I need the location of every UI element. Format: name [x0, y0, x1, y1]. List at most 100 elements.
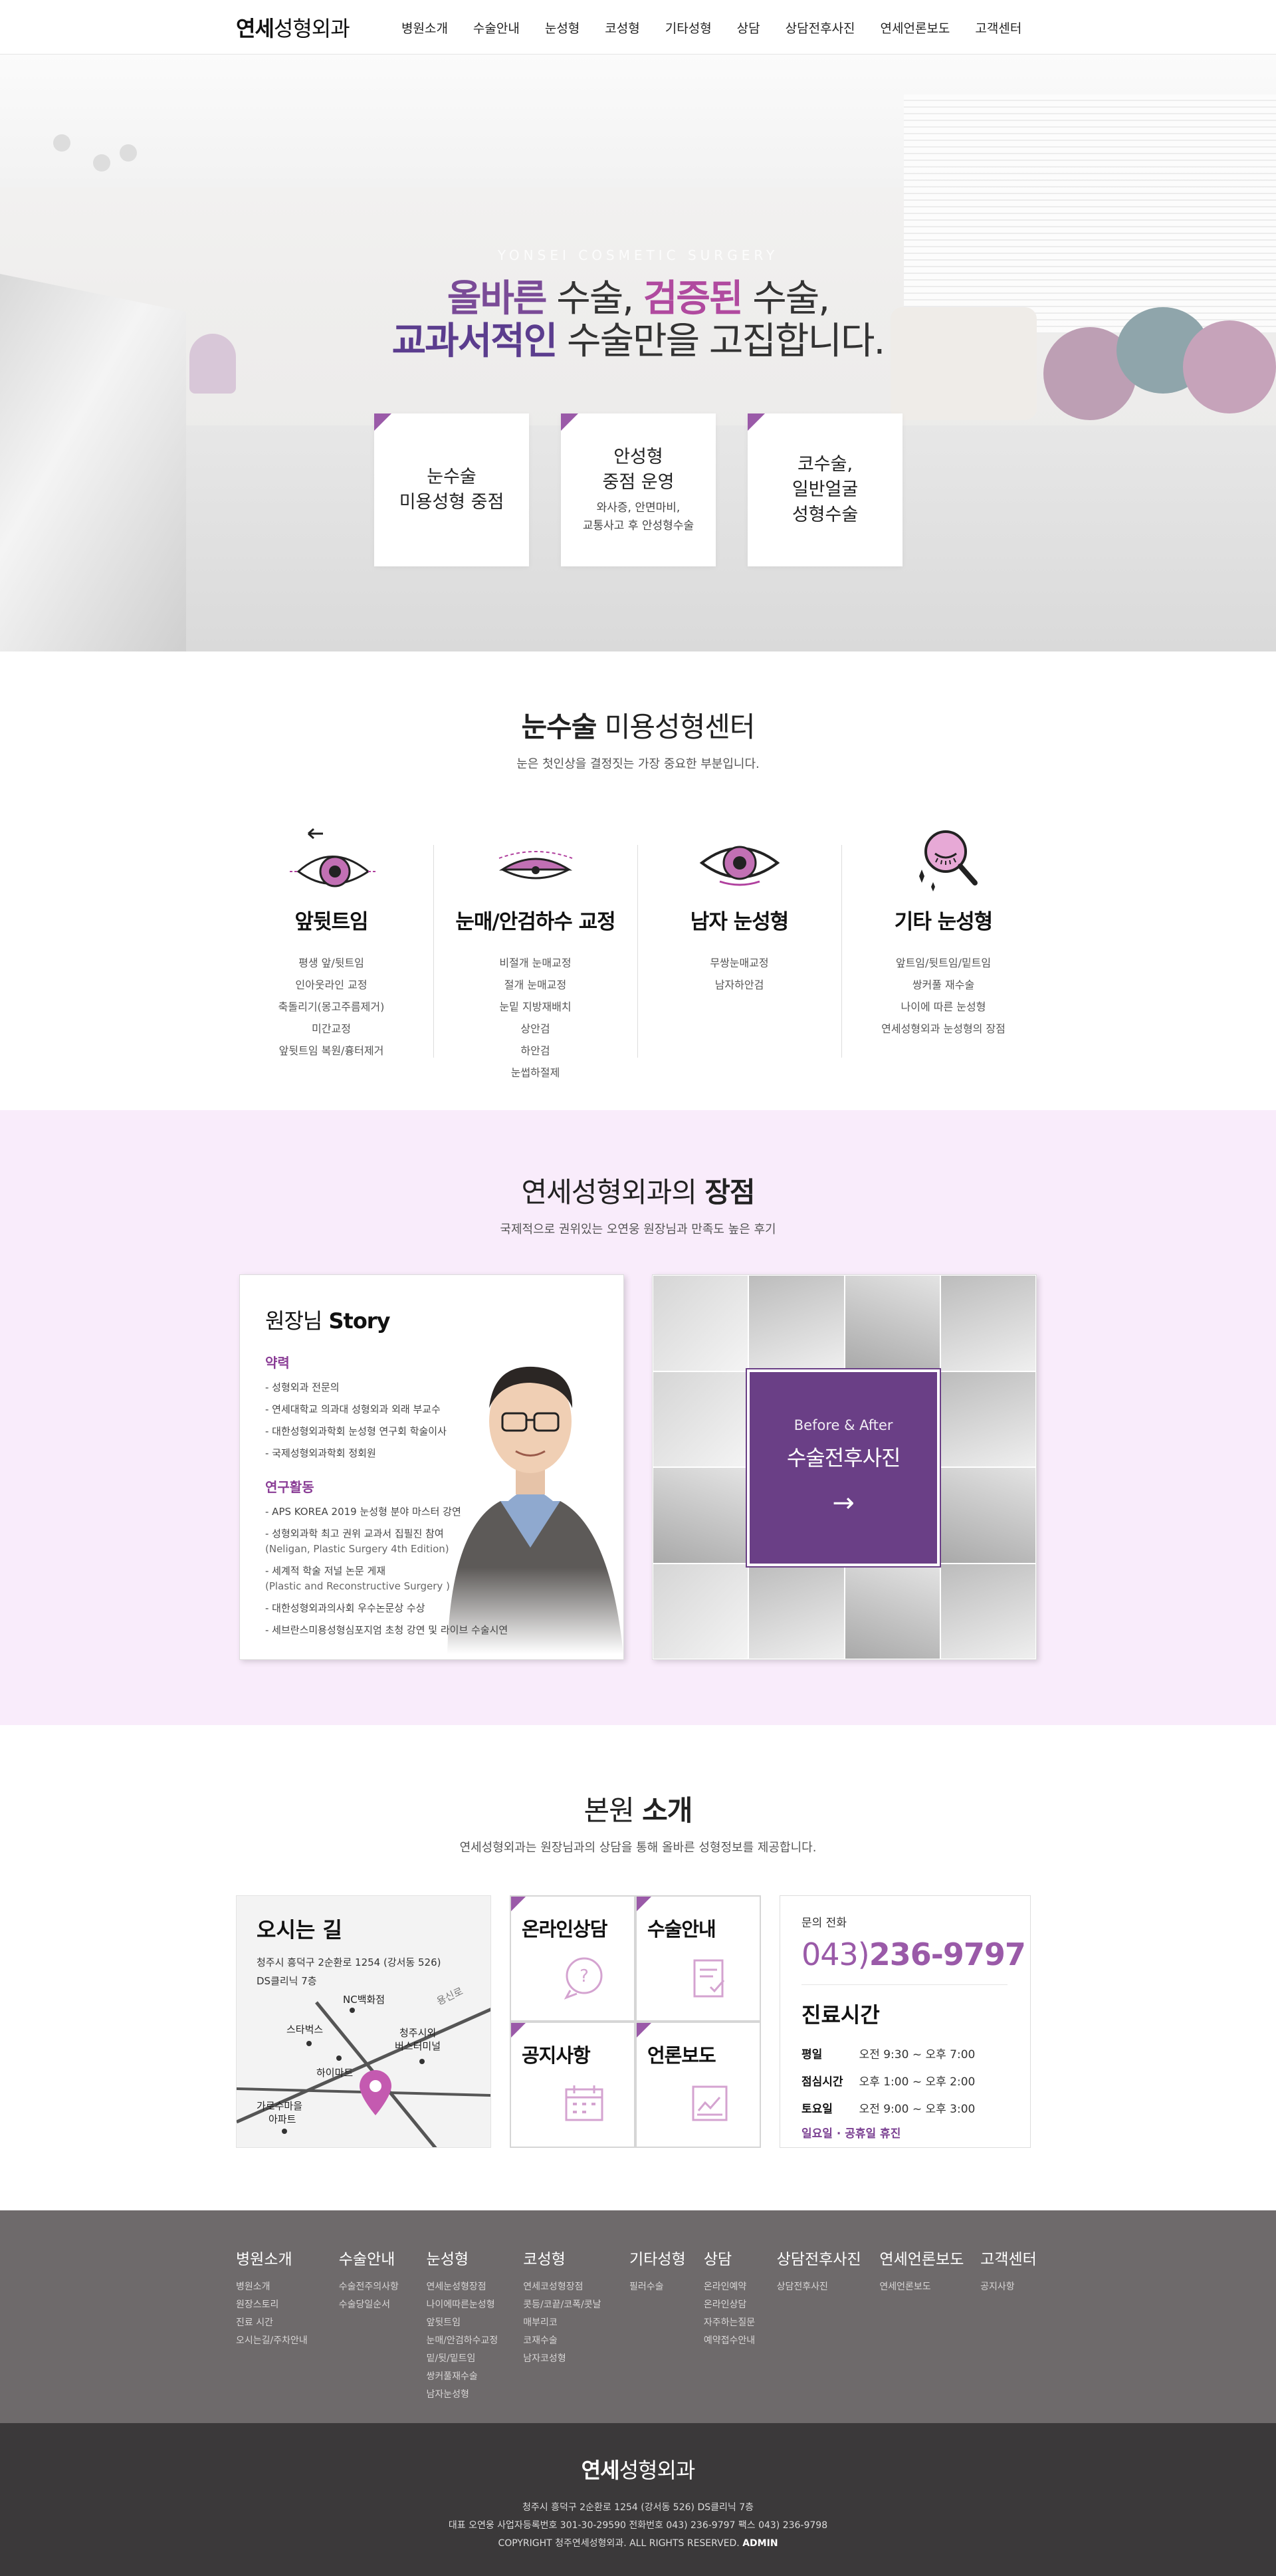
sitemap-link[interactable]: 진료 시간: [236, 2314, 339, 2332]
sitemap-link[interactable]: 수술전주의사항: [339, 2278, 427, 2296]
sitemap-heading[interactable]: 눈성형: [427, 2246, 524, 2269]
footer-logo[interactable]: 연세성형외과: [0, 2423, 1276, 2484]
nav-item-etc[interactable]: 기타성형: [653, 19, 724, 37]
sitemap-link[interactable]: 밑/뒷/밑트임: [427, 2350, 524, 2368]
list-item[interactable]: 비절개 눈매교정: [433, 952, 637, 974]
list-item[interactable]: 축돌리기(몽고주름제거): [229, 996, 433, 1018]
online-consult-button[interactable]: 온라인상담 ?: [511, 1897, 634, 2020]
sitemap-link[interactable]: 수술당일순서: [339, 2296, 427, 2314]
sitemap-heading[interactable]: 수술안내: [339, 2246, 427, 2269]
sitemap-link[interactable]: 상담전후사진: [777, 2278, 880, 2296]
list-item[interactable]: 상안검: [433, 1018, 637, 1040]
list-item: - 성형외과학 최고 권위 교과서 집필진 참여 (Neligan, Plasti…: [265, 1528, 449, 1555]
sitemap-link[interactable]: 남자눈성형: [427, 2386, 524, 2404]
site-logo[interactable]: 연세성형외과: [236, 12, 389, 43]
list-item[interactable]: 앞트임/뒷트임/밑트임: [841, 952, 1045, 974]
nav-item-eye[interactable]: 눈성형: [532, 19, 592, 37]
map-label: 청주시외: [399, 2027, 437, 2039]
sitemap-link[interactable]: 병원소개: [236, 2278, 339, 2296]
list-item[interactable]: 눈썹하절제: [433, 1062, 637, 1084]
eye-col-male[interactable]: 남자 눈성형 무쌍눈매교정 남자하안검: [637, 818, 841, 1084]
eye-col-etc[interactable]: 기타 눈성형 앞트임/뒷트임/밑트임 쌍커풀 재수술 나이에 따른 눈성형 연세…: [841, 818, 1045, 1084]
nav-item-nose[interactable]: 코성형: [592, 19, 652, 37]
sitemap-link[interactable]: 온라인예약: [704, 2278, 777, 2296]
sitemap-link[interactable]: 앞뒷트임: [427, 2314, 524, 2332]
list-item[interactable]: 쌍커풀 재수술: [841, 974, 1045, 996]
hero-feature-cards: 눈수술 미용성형 중점 안성형 중점 운영 와사증, 안면마비, 교통사고 후 안성형…: [374, 413, 903, 566]
sitemap-heading[interactable]: 연세언론보도: [879, 2246, 980, 2269]
sitemap-link[interactable]: 눈매/안검하수교정: [427, 2332, 524, 2350]
eye-col-ptosis[interactable]: 눈매/안검하수 교정 비절개 눈매교정 절개 눈매교정 눈밑 지방재배치 상안검…: [433, 818, 637, 1084]
eye-col-epicanthoplasty[interactable]: 앞뒷트임 평생 앞/뒷트임 인아웃라인 교정 축돌리기(몽고주름제거) 미간교정…: [229, 818, 433, 1084]
before-after-button[interactable]: Before & After 수술전후사진 →: [746, 1368, 942, 1568]
list-item[interactable]: 인아웃라인 교정: [229, 974, 433, 996]
sitemap-link[interactable]: 연세언론보도: [879, 2278, 980, 2296]
nav-item-before-after[interactable]: 상담전후사진: [773, 19, 868, 37]
ba-korean: 수술전후사진: [786, 1445, 901, 1470]
press-button[interactable]: 언론보도: [637, 2023, 760, 2147]
sitemap-link[interactable]: 자주하는질문: [704, 2314, 777, 2332]
list-item[interactable]: 하안검: [433, 1040, 637, 1062]
sitemap-link[interactable]: 코재수술: [523, 2332, 629, 2350]
nav-item-surgery-guide[interactable]: 수술안내: [461, 19, 532, 37]
location-map-card[interactable]: 오시는 길 청주시 흥덕구 2순환로 1254 (강서동 526) DS클리닉 7…: [236, 1895, 491, 2148]
map-label: NC백화점: [343, 1994, 385, 2006]
gallery-tile: [653, 1275, 749, 1371]
hero-card-eye[interactable]: 눈수술 미용성형 중점: [374, 413, 529, 566]
notice-button[interactable]: 공지사항: [511, 2023, 634, 2147]
map-label: 스타벅스: [286, 2024, 324, 2036]
sitemap-link[interactable]: 매부리코: [523, 2314, 629, 2332]
magnifier-eye-icon: [841, 818, 1045, 905]
sitemap-link[interactable]: 나이에따른눈성형: [427, 2296, 524, 2314]
nav-item-hospital[interactable]: 병원소개: [389, 19, 461, 37]
sitemap-heading[interactable]: 상담: [704, 2246, 777, 2269]
sitemap-link[interactable]: 원장스토리: [236, 2296, 339, 2314]
hero-card-nose-face[interactable]: 코수술, 일반얼굴 성형수술: [748, 413, 903, 566]
svg-text:?: ?: [580, 1966, 589, 1986]
merit-section: 연세성형외과의 장점 국제적으로 권위있는 오연웅 원장님과 만족도 높은 후기…: [0, 1110, 1276, 1725]
director-story-card[interactable]: 원장님 Story 약력 - 성형외과 전문의 - 연세대학교 의과대 성형외과…: [239, 1274, 625, 1660]
sitemap-link[interactable]: 예약접수안내: [704, 2332, 777, 2350]
sitemap-link[interactable]: 콧등/코끝/코폭/콧날: [523, 2296, 629, 2314]
sitemap-col: 연세언론보도 연세언론보도: [879, 2246, 980, 2404]
nav-item-consult[interactable]: 상담: [724, 19, 773, 37]
chart-report-icon: [692, 2085, 728, 2121]
list-item[interactable]: 연세성형외과 눈성형의 장점: [841, 1018, 1045, 1040]
sitemap-link[interactable]: 온라인상담: [704, 2296, 777, 2314]
sitemap-link[interactable]: 남자코성형: [523, 2350, 629, 2368]
admin-link[interactable]: ADMIN: [742, 2538, 778, 2549]
location-pin-icon: [360, 2070, 391, 2115]
nav-item-customer[interactable]: 고객센터: [962, 19, 1034, 37]
eye-col-list: 비절개 눈매교정 절개 눈매교정 눈밑 지방재배치 상안검 하안검 눈썹하절제: [433, 952, 637, 1084]
nav-item-press[interactable]: 연세언론보도: [868, 19, 963, 37]
pendant-lamp: [53, 134, 70, 152]
sitemap-link[interactable]: 연세코성형장점: [523, 2278, 629, 2296]
site-header: 연세성형외과 병원소개 수술안내 눈성형 코성형 기타성형 상담 상담전후사진 …: [0, 0, 1276, 55]
sitemap-heading[interactable]: 병원소개: [236, 2246, 339, 2269]
surgery-guide-button[interactable]: 수술안내: [637, 1897, 760, 2020]
quick-links-grid: 온라인상담 ? 수술안내 공지사항 언론보도: [510, 1895, 761, 2148]
sitemap-heading[interactable]: 기타성형: [629, 2246, 704, 2269]
section-subtitle: 연세성형외과는 원장님과의 상담을 통해 올바른 성형정보를 제공합니다.: [459, 1841, 817, 1855]
list-item[interactable]: 나이에 따른 눈성형: [841, 996, 1045, 1018]
sitemap-heading[interactable]: 상담전후사진: [777, 2246, 880, 2269]
gallery-tile: [940, 1371, 1036, 1467]
section-title: 눈수술 미용성형센터: [521, 711, 755, 743]
before-after-gallery[interactable]: Before & After 수술전후사진 →: [652, 1274, 1037, 1660]
sitemap-link[interactable]: 필러수술: [629, 2278, 704, 2296]
sitemap-link[interactable]: 연세눈성형장점: [427, 2278, 524, 2296]
phone-number[interactable]: 043)236-9797: [801, 1936, 1030, 1972]
list-item[interactable]: 무쌍눈매교정: [637, 952, 841, 974]
sitemap-link[interactable]: 오시는길/주차안내: [236, 2332, 339, 2350]
list-item[interactable]: 평생 앞/뒷트임: [229, 952, 433, 974]
sitemap-heading[interactable]: 코성형: [523, 2246, 629, 2269]
sitemap-heading[interactable]: 고객센터: [980, 2246, 1040, 2269]
sitemap-link[interactable]: 공지사항: [980, 2278, 1040, 2296]
list-item[interactable]: 앞뒷트임 복원/흉터제거: [229, 1040, 433, 1062]
list-item[interactable]: 미간교정: [229, 1018, 433, 1040]
hero-card-ophthalmic[interactable]: 안성형 중점 운영 와사증, 안면마비, 교통사고 후 안성형수술: [561, 413, 716, 566]
list-item[interactable]: 눈밑 지방재배치: [433, 996, 637, 1018]
list-item[interactable]: 절개 눈매교정: [433, 974, 637, 996]
sitemap-link[interactable]: 쌍커풀재수술: [427, 2368, 524, 2386]
list-item[interactable]: 남자하안검: [637, 974, 841, 996]
